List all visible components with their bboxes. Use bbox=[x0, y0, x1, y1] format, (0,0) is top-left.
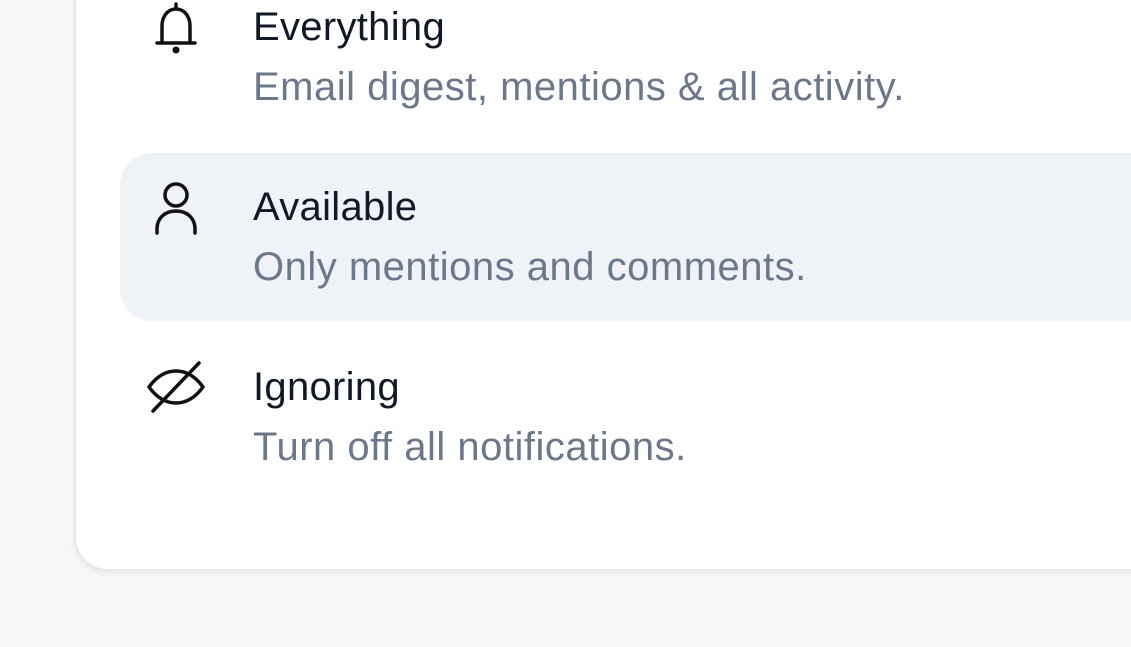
bell-icon bbox=[142, 0, 210, 58]
option-title: Ignoring bbox=[253, 365, 400, 409]
user-icon bbox=[142, 177, 210, 237]
option-title: Available bbox=[253, 185, 418, 229]
option-description: Email digest, mentions & all activity. bbox=[253, 65, 905, 109]
option-title: Everything bbox=[253, 5, 445, 49]
option-available[interactable]: Available Only mentions and comments. bbox=[120, 153, 1131, 321]
option-description: Only mentions and comments. bbox=[253, 245, 807, 289]
option-everything[interactable]: Everything Email digest, mentions & all … bbox=[120, 0, 1131, 109]
eye-off-icon bbox=[142, 357, 210, 417]
option-description: Turn off all notifications. bbox=[253, 425, 687, 469]
option-ignoring[interactable]: Ignoring Turn off all notifications. bbox=[120, 333, 1131, 501]
